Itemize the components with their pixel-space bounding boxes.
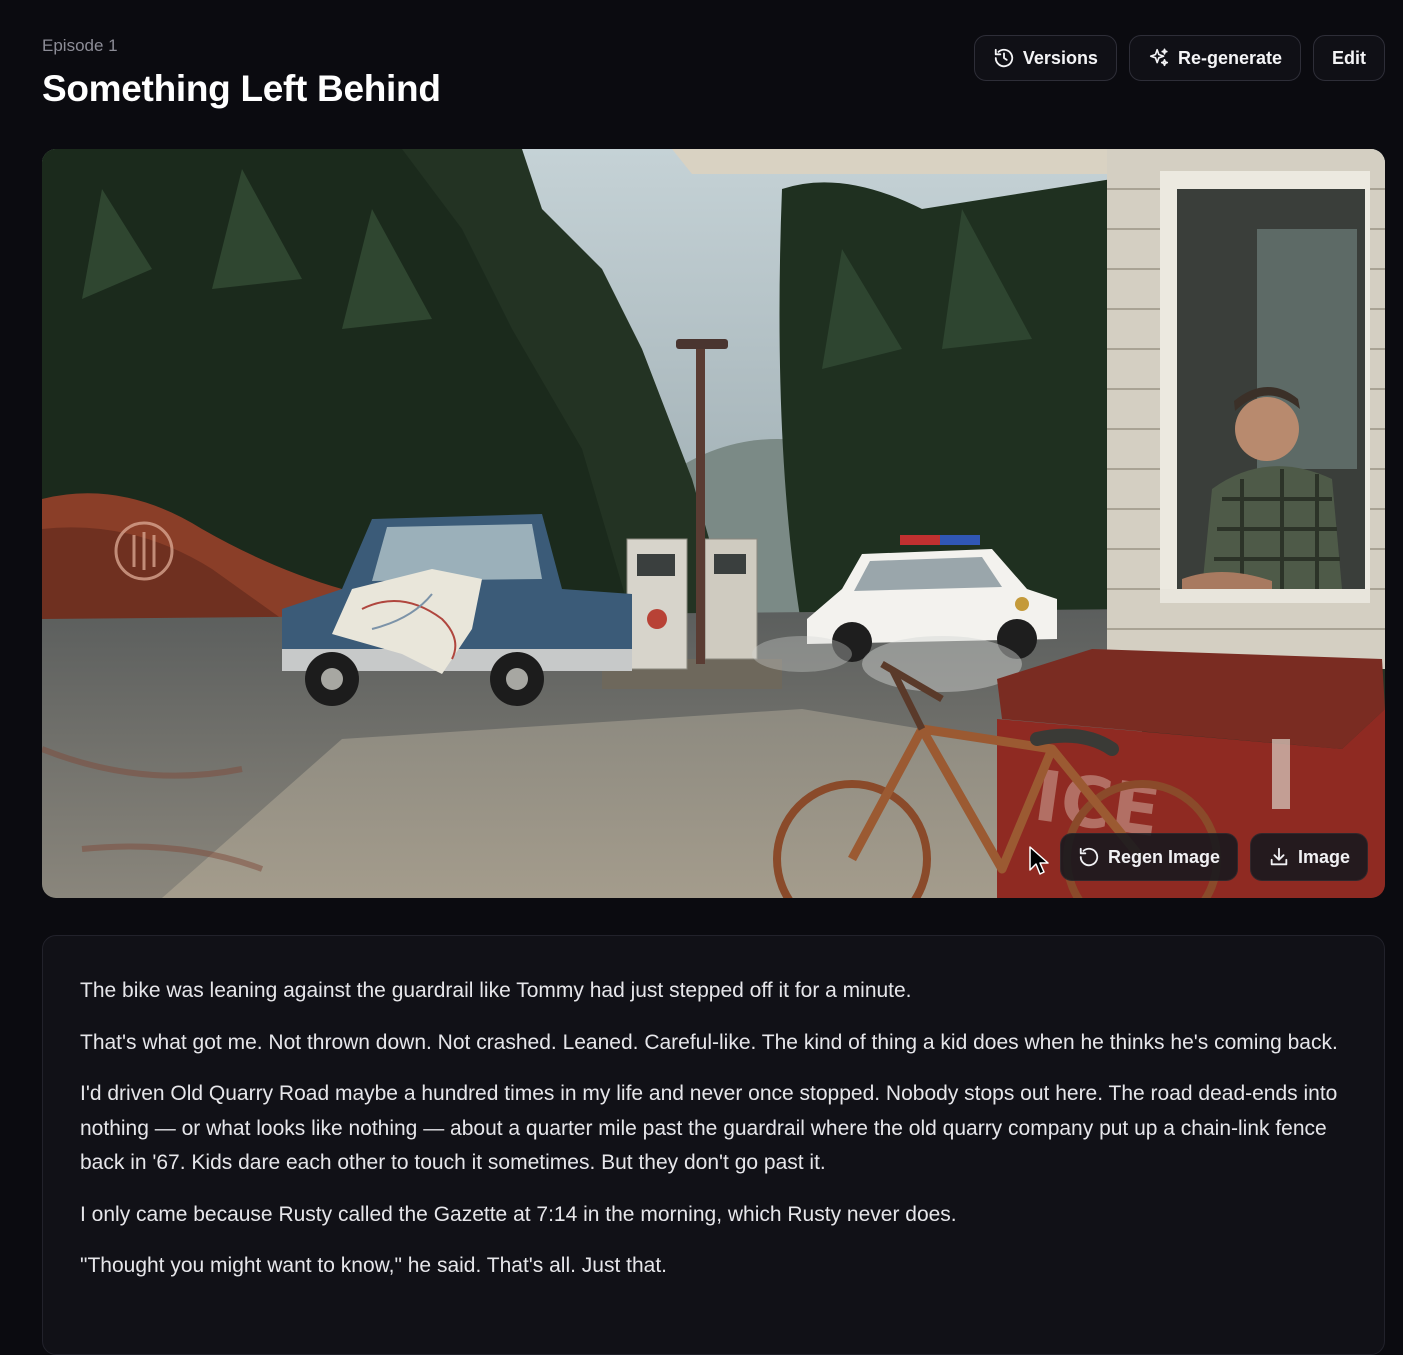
mouse-cursor-icon [1029,846,1049,875]
episode-image-card: ICE Regen Image Image [42,149,1385,898]
regenerate-label: Re-generate [1177,47,1282,68]
episode-label: Episode 1 [42,36,118,55]
story-paragraph: I only came because Rusty called the Gaz… [80,1202,957,1226]
page-title: Something Left Behind [42,68,441,109]
story-paragraph: I'd driven Old Quarry Road maybe a hundr… [80,1082,1338,1174]
download-image-label: Image [1298,846,1351,867]
regen-image-button[interactable]: Regen Image [1060,833,1239,881]
regenerate-button[interactable]: Re-generate [1128,35,1301,81]
versions-button[interactable]: Versions [973,35,1117,81]
versions-label: Versions [1022,47,1098,68]
regen-image-label: Regen Image [1108,846,1221,867]
sparkles-icon [1148,47,1170,69]
download-icon [1268,846,1290,868]
story-paragraph: The bike was leaning against the guardra… [80,979,912,1002]
history-icon [993,47,1015,69]
download-image-button[interactable]: Image [1250,833,1369,881]
episode-header: Episode 1 Something Left Behind Versions [42,34,1385,124]
edit-button[interactable]: Edit [1313,35,1385,81]
story-paragraph: "Thought you might want to know," he sai… [80,1254,668,1277]
story-paragraph: That's what got me. Not thrown down. Not… [80,1030,1338,1054]
rotate-ccw-icon [1078,846,1100,868]
edit-label: Edit [1332,47,1366,68]
story-text-card: The bike was leaning against the guardra… [42,935,1385,1355]
header-actions: Versions Re-generate Edit [973,35,1385,81]
episode-illustration: ICE [42,149,1385,898]
